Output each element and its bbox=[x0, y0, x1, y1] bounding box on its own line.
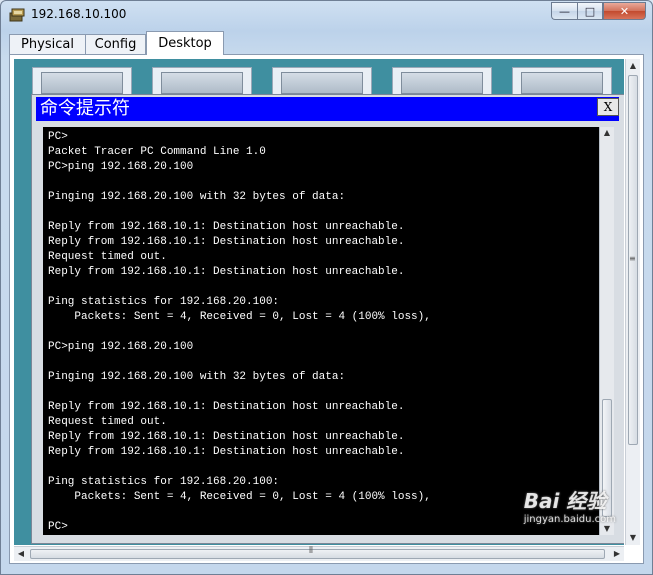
scroll-down-icon[interactable]: ▼ bbox=[626, 531, 640, 545]
scroll-grip-icon: ⦀ bbox=[309, 546, 313, 556]
desktop-app-icon[interactable] bbox=[392, 67, 492, 97]
terminal-line: Pinging 192.168.20.100 with 32 bytes of … bbox=[48, 371, 346, 383]
terminal-line: Reply from 192.168.10.1: Destination hos… bbox=[48, 266, 405, 278]
desktop-app-icon[interactable] bbox=[272, 67, 372, 97]
scroll-right-icon[interactable]: ▶ bbox=[610, 547, 624, 561]
horizontal-scroll-thumb[interactable] bbox=[30, 549, 605, 559]
terminal-line: Reply from 192.168.10.1: Destination hos… bbox=[48, 401, 405, 413]
command-prompt-window: 命令提示符 X PC> Packet Tracer PC Command Lin… bbox=[31, 94, 624, 544]
desktop-app-icon[interactable] bbox=[152, 67, 252, 97]
close-button[interactable]: ✕ bbox=[603, 2, 646, 20]
terminal-line: Pinging 192.168.20.100 with 32 bytes of … bbox=[48, 191, 346, 203]
tab-content: 命令提示符 X PC> Packet Tracer PC Command Lin… bbox=[9, 54, 644, 564]
caption-buttons: — □ ✕ bbox=[551, 2, 646, 20]
scroll-grip-icon: ≡ bbox=[629, 254, 636, 263]
terminal-line: PC> bbox=[48, 131, 68, 143]
terminal-line: Ping statistics for 192.168.20.100: bbox=[48, 476, 280, 488]
command-prompt-close-button[interactable]: X bbox=[597, 98, 619, 116]
scroll-up-icon[interactable]: ▲ bbox=[600, 127, 614, 139]
command-prompt-title: 命令提示符 bbox=[36, 97, 619, 121]
terminal-line: Packets: Sent = 4, Received = 0, Lost = … bbox=[48, 311, 431, 323]
desktop-app-icon[interactable] bbox=[32, 67, 132, 97]
minimize-icon: — bbox=[559, 4, 570, 18]
terminal-output[interactable]: PC> Packet Tracer PC Command Line 1.0 PC… bbox=[43, 127, 599, 535]
terminal-line: Reply from 192.168.10.1: Destination hos… bbox=[48, 446, 405, 458]
watermark-brand: Bai 经验 bbox=[523, 489, 607, 513]
packet-tracer-pc-icon bbox=[9, 8, 25, 22]
terminal-line: PC>ping 192.168.20.100 bbox=[48, 161, 194, 173]
terminal-line: Reply from 192.168.10.1: Destination hos… bbox=[48, 236, 405, 248]
watermark: Bai 经验 jingyan.baidu.com bbox=[524, 485, 616, 525]
terminal-line: Request timed out. bbox=[48, 251, 167, 263]
terminal-line: Reply from 192.168.10.1: Destination hos… bbox=[48, 431, 405, 443]
maximize-icon: □ bbox=[584, 4, 596, 18]
terminal-scrollbar[interactable]: ▲ ▼ bbox=[599, 127, 614, 535]
app-window: 192.168.10.100 — □ ✕ Physical Config Des… bbox=[0, 0, 653, 575]
terminal-line: PC>ping 192.168.20.100 bbox=[48, 341, 194, 353]
terminal-line: Packets: Sent = 4, Received = 0, Lost = … bbox=[48, 491, 431, 503]
terminal-text: PC> Packet Tracer PC Command Line 1.0 PC… bbox=[48, 130, 431, 535]
tab-config[interactable]: Config bbox=[85, 34, 146, 54]
desktop-vertical-scrollbar[interactable]: ▲ ≡ ▼ bbox=[625, 59, 640, 545]
close-icon: ✕ bbox=[619, 4, 630, 18]
scroll-left-icon[interactable]: ◀ bbox=[14, 547, 28, 561]
terminal-line: Reply from 192.168.10.1: Destination hos… bbox=[48, 221, 405, 233]
desktop-horizontal-scrollbar[interactable]: ◀ ⦀ ▶ bbox=[14, 546, 624, 561]
scroll-up-icon[interactable]: ▲ bbox=[626, 59, 640, 73]
watermark-url: jingyan.baidu.com bbox=[523, 514, 616, 525]
desktop-app-icon[interactable] bbox=[512, 67, 612, 97]
terminal-line: Request timed out. bbox=[48, 416, 167, 428]
terminal-line: Ping statistics for 192.168.20.100: bbox=[48, 296, 280, 308]
tab-bar: Physical Config Desktop bbox=[9, 31, 644, 55]
tab-physical[interactable]: Physical bbox=[9, 34, 86, 54]
window-title: 192.168.10.100 bbox=[31, 7, 127, 21]
maximize-button[interactable]: □ bbox=[577, 2, 603, 20]
tab-desktop[interactable]: Desktop bbox=[146, 31, 224, 55]
terminal-line: PC> bbox=[48, 521, 68, 533]
minimize-button[interactable]: — bbox=[551, 2, 577, 20]
title-bar[interactable]: 192.168.10.100 — □ ✕ bbox=[1, 1, 652, 29]
terminal-line: Packet Tracer PC Command Line 1.0 bbox=[48, 146, 266, 158]
desktop-area: 命令提示符 X PC> Packet Tracer PC Command Lin… bbox=[14, 59, 624, 545]
